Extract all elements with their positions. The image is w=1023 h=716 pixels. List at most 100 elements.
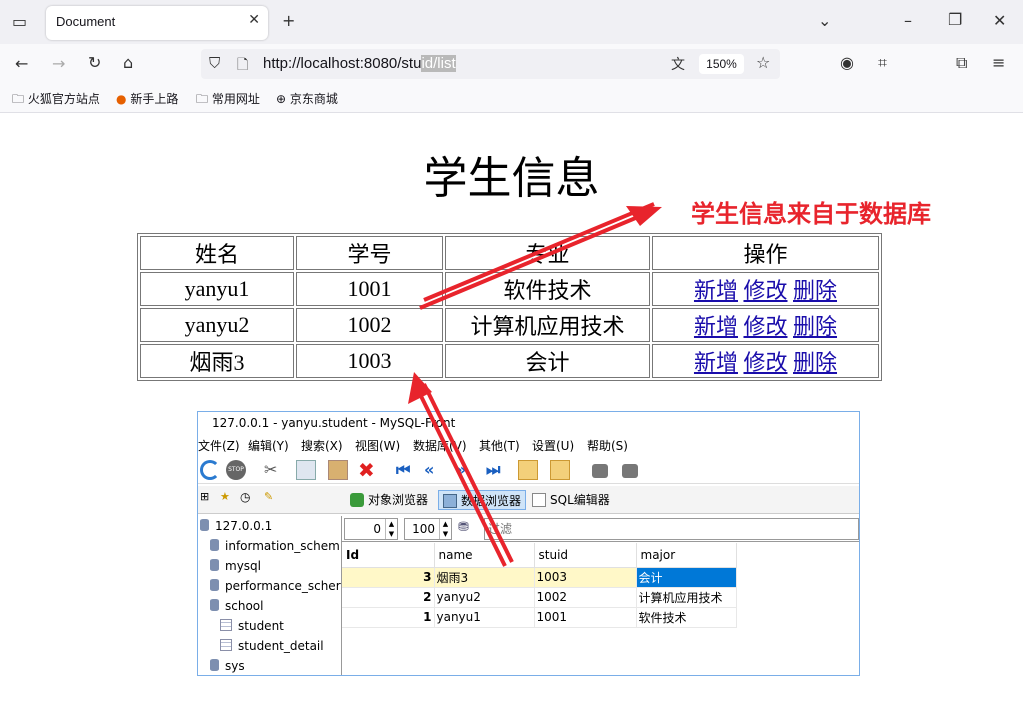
spinner-arrows-icon[interactable]: ▲ ▼	[385, 519, 397, 539]
browser-tab[interactable]: Document ✕	[46, 6, 268, 40]
translate-icon[interactable]: 文	[671, 54, 685, 74]
tab-title: Document	[56, 14, 116, 29]
grid-cell-id[interactable]: 1	[342, 607, 435, 628]
delete-record-icon[interactable]	[550, 460, 570, 480]
menu-view[interactable]: 视图(W)	[355, 437, 400, 454]
tab-data-browser[interactable]: 数据浏览器	[438, 490, 527, 510]
grid-cell-name[interactable]: yanyu1	[434, 607, 535, 628]
grid-cell-stuid[interactable]: 1002	[534, 587, 637, 608]
tab-overview-icon[interactable]: ▭	[12, 12, 27, 31]
menu-other[interactable]: 其他(T)	[479, 437, 520, 454]
bookmark-item[interactable]: ● 新手上路	[116, 90, 178, 107]
back-icon[interactable]: ←	[15, 54, 28, 73]
last-record-icon[interactable]: ⏭	[486, 460, 506, 480]
new-tab-icon[interactable]: +	[282, 11, 295, 30]
add-link[interactable]: 新增	[694, 314, 738, 339]
limit-spinner[interactable]: 100 ▲ ▼	[404, 518, 452, 540]
grid-cell-stuid[interactable]: 1001	[534, 607, 637, 628]
history-icon[interactable]: ◷	[240, 490, 254, 504]
copy-icon[interactable]	[296, 460, 316, 480]
tree-item-host[interactable]: 127.0.0.1	[200, 516, 272, 536]
tab-object-browser[interactable]: 对象浏览器	[346, 490, 432, 510]
zoom-level[interactable]: 150%	[699, 54, 744, 74]
cancel-icon[interactable]	[622, 464, 638, 478]
offset-spinner[interactable]: 0 ▲ ▼	[344, 518, 398, 540]
delete-icon[interactable]: ✖	[358, 460, 378, 480]
grid-cell-name[interactable]: 烟雨3	[434, 567, 535, 588]
insert-record-icon[interactable]	[518, 460, 538, 480]
grid-row[interactable]: 1 yanyu1 1001 软件技术	[342, 607, 737, 628]
bookmark-item[interactable]: 🗀 常用网址	[196, 90, 260, 111]
menu-edit[interactable]: 编辑(Y)	[248, 437, 289, 454]
column-header-name[interactable]: name	[434, 543, 535, 568]
menu-settings[interactable]: 设置(U)	[532, 437, 574, 454]
reload-icon[interactable]: ↻	[88, 53, 101, 72]
grid-row[interactable]: 2 yanyu2 1002 计算机应用技术	[342, 587, 737, 608]
cut-icon[interactable]: ✂	[264, 460, 284, 480]
grid-cell-stuid[interactable]: 1003	[534, 567, 637, 588]
stop-icon[interactable]: STOP	[226, 460, 246, 480]
favorites-icon[interactable]: ★	[220, 490, 234, 504]
post-icon[interactable]	[592, 464, 608, 478]
home-icon[interactable]: ⌂	[123, 53, 133, 72]
filter-input[interactable]: 过滤	[484, 518, 859, 540]
first-record-icon[interactable]: ⏮	[396, 460, 416, 480]
bookmark-item[interactable]: 🗀 火狐官方站点	[12, 90, 100, 111]
edit-link[interactable]: 修改	[743, 278, 787, 303]
grid-row[interactable]: 3 烟雨3 1003 会计	[342, 567, 737, 588]
grid-cell-major[interactable]: 会计	[636, 567, 737, 588]
tree-item-table[interactable]: student_detail	[220, 636, 324, 656]
restore-icon[interactable]: ❐	[948, 10, 962, 29]
column-header-id[interactable]: Id	[342, 543, 435, 568]
screenshot-icon[interactable]: ⌗	[878, 53, 887, 73]
menu-icon[interactable]: ≡	[992, 53, 1005, 72]
tree-item-database[interactable]: school	[210, 596, 263, 616]
bookmark-star-icon[interactable]: ☆	[756, 53, 770, 72]
edit-link[interactable]: 修改	[743, 350, 787, 375]
bookmark-item[interactable]: ⊕ 京东商城	[276, 90, 338, 107]
extensions-icon[interactable]: ⧉	[956, 53, 967, 73]
url-bar[interactable]: ⛉ 🗋 http://localhost:8080/stuid/list 文 1…	[201, 49, 780, 79]
paste-icon[interactable]	[328, 460, 348, 480]
menu-file[interactable]: 文件(Z)	[198, 437, 240, 454]
chevron-down-icon[interactable]: ⌄	[818, 11, 831, 30]
delete-link[interactable]: 删除	[793, 314, 837, 339]
tree-item-table[interactable]: student	[220, 616, 284, 636]
url-text[interactable]: http://localhost:8080/stuid/list	[263, 55, 456, 72]
window-close-icon[interactable]: ✕	[993, 11, 1006, 30]
page-icon[interactable]: 🗋	[237, 54, 248, 78]
forward-icon[interactable]: →	[52, 54, 65, 73]
menu-search[interactable]: 搜索(X)	[301, 437, 343, 454]
grid-cell-id[interactable]: 3	[342, 567, 435, 588]
menu-database[interactable]: 数据库(V)	[413, 437, 467, 454]
refresh-icon[interactable]	[200, 460, 220, 480]
menu-help[interactable]: 帮助(S)	[587, 437, 628, 454]
header-actions: 操作	[652, 236, 879, 270]
account-icon[interactable]: ◉	[840, 53, 854, 72]
grid-cell-name[interactable]: yanyu2	[434, 587, 535, 608]
sql-history-icon[interactable]: ✎	[264, 490, 278, 504]
tree-item-database[interactable]: information_schem	[210, 536, 340, 556]
delete-link[interactable]: 删除	[793, 278, 837, 303]
column-header-major[interactable]: major	[636, 543, 737, 568]
add-link[interactable]: 新增	[694, 350, 738, 375]
tree-item-database[interactable]: mysql	[210, 556, 261, 576]
grid-cell-major[interactable]: 软件技术	[636, 607, 737, 628]
tree-view-icon[interactable]: ⊞	[200, 490, 214, 504]
close-icon[interactable]: ✕	[248, 12, 260, 28]
limit-icon[interactable]: ⛃	[458, 520, 474, 536]
delete-link[interactable]: 删除	[793, 350, 837, 375]
minimize-icon[interactable]: –	[904, 11, 912, 30]
column-header-stuid[interactable]: stuid	[534, 543, 637, 568]
previous-page-icon[interactable]: «	[424, 460, 444, 480]
tree-item-database[interactable]: sys	[210, 656, 245, 675]
shield-icon[interactable]: ⛉	[209, 54, 220, 72]
next-page-icon[interactable]: »	[456, 460, 476, 480]
grid-cell-major[interactable]: 计算机应用技术	[636, 587, 737, 608]
grid-cell-id[interactable]: 2	[342, 587, 435, 608]
tab-sql-editor[interactable]: SQL编辑器	[528, 490, 614, 510]
spinner-arrows-icon[interactable]: ▲ ▼	[439, 519, 451, 539]
edit-link[interactable]: 修改	[743, 314, 787, 339]
tree-item-database[interactable]: performance_scher	[210, 576, 341, 596]
add-link[interactable]: 新增	[694, 278, 738, 303]
